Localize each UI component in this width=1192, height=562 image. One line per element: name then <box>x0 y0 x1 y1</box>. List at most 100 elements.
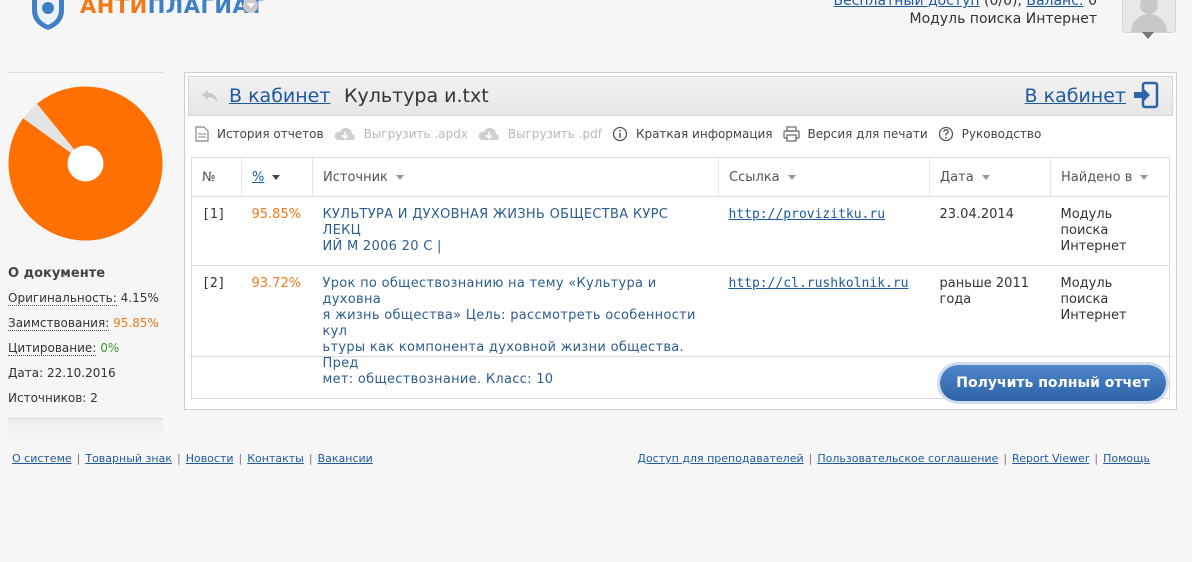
row-found-line: Интернет <box>1060 239 1127 254</box>
sources-label: Источников: <box>8 391 87 405</box>
footer-link-agreement[interactable]: Пользовательское соглашение <box>817 452 998 465</box>
table-header-row: № % Источник Ссылка Дата Найдено в <box>191 157 1170 197</box>
sort-icon[interactable] <box>395 174 404 180</box>
col-header-found-label: Найдено в <box>1061 169 1133 185</box>
date-value: 22.10.2016 <box>46 366 116 380</box>
row-found: Модуль поиска Интернет <box>1050 196 1170 266</box>
sources-table: № % Источник Ссылка Дата Найдено в [1] 9… <box>191 157 1170 399</box>
antiplagiat-shield-logo <box>32 0 64 30</box>
footer-links-left: О системе | Товарный знак | Новости | Контакты… <box>12 452 373 465</box>
footer-link-vacancies[interactable]: Вакансии <box>318 452 373 465</box>
sort-icon[interactable] <box>1140 174 1149 180</box>
toolbar-print-label: Версия для печати <box>807 127 928 141</box>
panel-divider <box>188 356 1173 357</box>
document-icon <box>195 126 209 142</box>
toolbar-brief-info[interactable]: Краткая информация <box>612 126 773 142</box>
row-found-line: Модуль <box>1060 207 1113 222</box>
footer-link-contacts[interactable]: Контакты <box>247 452 304 465</box>
back-to-cabinet-link[interactable]: В кабинет <box>229 85 330 107</box>
current-module: Модуль поиска Интернет <box>909 11 1097 27</box>
citation-label[interactable]: Цитирование: <box>8 341 97 356</box>
originality-label[interactable]: Оригинальность: <box>8 291 117 306</box>
row-num: [1] <box>191 196 242 266</box>
left-divider-top <box>8 72 163 73</box>
exit-to-cabinet-icon[interactable] <box>1132 80 1160 110</box>
toolbar-history-label: История отчетов <box>217 127 324 141</box>
brand-name-part1: АНТИ <box>80 0 148 18</box>
row-source-line: мет: обществознание. Класс: 10 <box>322 372 554 387</box>
footer-link-about[interactable]: О системе <box>12 452 72 465</box>
col-header-source-label: Источник <box>323 169 388 185</box>
back-to-cabinet-link-right[interactable]: В кабинет <box>1025 85 1126 107</box>
borrowing-label[interactable]: Заимствования: <box>8 316 110 331</box>
row-found-line: Интернет <box>1060 308 1127 323</box>
back-arrow-icon[interactable] <box>200 86 220 106</box>
brand-name[interactable]: АНТИПЛАГИАТ <box>80 0 264 18</box>
balance-value: 0 <box>1088 0 1097 9</box>
footer-link-news[interactable]: Новости <box>186 452 234 465</box>
toolbar-export-pdf-label: Выгрузить .pdf <box>507 127 602 141</box>
toolbar-export-apdx: Выгрузить .apdx <box>334 126 468 142</box>
footer-link-trademark[interactable]: Товарный знак <box>85 452 172 465</box>
sort-desc-icon[interactable] <box>272 174 281 180</box>
get-full-report-button[interactable]: Получить полный отчет <box>940 365 1166 401</box>
row-date-line: года <box>939 292 972 307</box>
left-divider-bottom <box>8 418 163 439</box>
sources-value: 2 <box>90 391 98 405</box>
balance-link[interactable]: Баланс: <box>1026 0 1083 9</box>
col-header-pct[interactable]: % <box>241 157 313 197</box>
borrowing-value: 95.85% <box>113 316 159 330</box>
user-avatar[interactable] <box>1122 0 1176 33</box>
col-header-date-label: Дата <box>940 169 974 185</box>
toolbar-guide[interactable]: Руководство <box>938 126 1041 142</box>
row-found-line: поиска <box>1060 223 1109 238</box>
citation-value: 0% <box>100 341 120 355</box>
cloud-download-icon <box>478 127 499 140</box>
row-date: 23.04.2014 <box>929 196 1051 266</box>
free-access-count: (0/0), <box>983 0 1022 9</box>
footer-link-help[interactable]: Помощь <box>1103 452 1150 465</box>
sort-icon[interactable] <box>981 174 990 180</box>
pie-center-hole <box>67 145 104 182</box>
col-header-pct-label[interactable]: % <box>252 170 264 185</box>
report-header-bar: В кабинет Культура и.txt В кабинет <box>188 76 1173 116</box>
account-info: Бесплатный доступ (0/0), Баланс: 0 Модул… <box>833 0 1097 28</box>
info-icon <box>612 126 628 142</box>
toolbar-history[interactable]: История отчетов <box>195 126 324 142</box>
row-source-line: я жизнь общества» Цель: рассмотреть особ… <box>322 308 696 339</box>
report-panel: В кабинет Культура и.txt В кабинет Истор… <box>184 72 1177 410</box>
col-header-link[interactable]: Ссылка <box>718 157 930 197</box>
report-toolbar: История отчетов Выгрузить .apdx Выгрузит… <box>195 123 1051 145</box>
file-name: Культура и.txt <box>344 85 489 107</box>
col-header-num: № <box>191 157 242 197</box>
row-source-line: КУЛЬТУРА И ДУХОВНАЯ ЖИЗНЬ ОБЩЕСТВА КУРС … <box>322 207 669 238</box>
row-num: [2] <box>191 265 242 399</box>
sort-icon[interactable] <box>787 174 796 180</box>
row-source-line: Урок по обществознанию на тему «Культура… <box>322 276 657 307</box>
help-icon <box>938 126 953 142</box>
row-date-line: раньше 2011 <box>939 276 1030 291</box>
col-header-source[interactable]: Источник <box>312 157 719 197</box>
col-header-date[interactable]: Дата <box>929 157 1051 197</box>
printer-icon <box>782 126 800 142</box>
row-found-line: поиска <box>1060 292 1109 307</box>
footer-link-teachers[interactable]: Доступ для преподавателей <box>637 452 803 465</box>
row-link[interactable]: http://provizitku.ru <box>729 207 886 222</box>
toolbar-export-apdx-label: Выгрузить .apdx <box>363 127 468 141</box>
toolbar-export-pdf: Выгрузить .pdf <box>478 126 602 142</box>
row-source-line: ИЙ М 2006 20 С | <box>322 239 442 254</box>
toolbar-brief-info-label: Краткая информация <box>635 127 773 141</box>
footer-link-report-viewer[interactable]: Report Viewer <box>1012 452 1089 465</box>
col-header-link-label: Ссылка <box>729 169 780 185</box>
chevron-down-icon[interactable] <box>1142 32 1154 39</box>
free-access-link[interactable]: Бесплатный доступ <box>833 0 979 9</box>
originality-value: 4.15% <box>120 291 159 305</box>
row-link[interactable]: http://cl.rushkolnik.ru <box>729 276 909 291</box>
document-info-title: О документе <box>8 266 106 281</box>
cloud-download-icon <box>334 127 355 140</box>
table-row: [1] 95.85% КУЛЬТУРА И ДУХОВНАЯ ЖИЗНЬ ОБЩ… <box>191 196 1170 266</box>
row-source[interactable]: КУЛЬТУРА И ДУХОВНАЯ ЖИЗНЬ ОБЩЕСТВА КУРС … <box>312 196 719 266</box>
row-source[interactable]: Урок по обществознанию на тему «Культура… <box>312 265 719 399</box>
col-header-found[interactable]: Найдено в <box>1050 157 1170 197</box>
toolbar-print[interactable]: Версия для печати <box>782 126 928 142</box>
